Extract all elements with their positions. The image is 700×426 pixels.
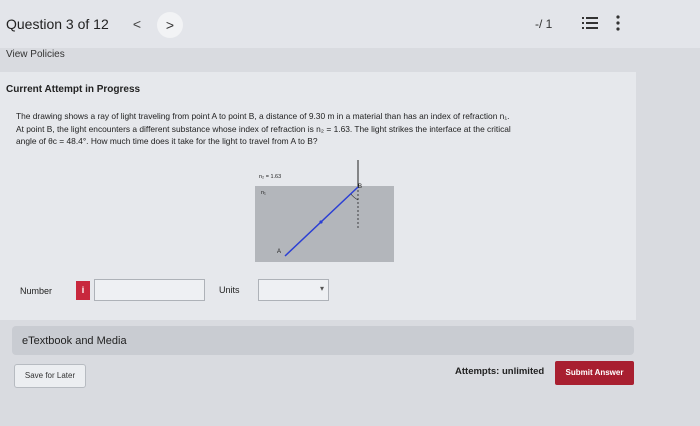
critical-angle-arc bbox=[350, 193, 359, 201]
attempt-heading: Current Attempt in Progress bbox=[6, 84, 141, 95]
n2-label: n₂ = 1.63 bbox=[259, 174, 282, 180]
score-display: -/ 1 bbox=[535, 17, 553, 31]
more-vertical-icon[interactable] bbox=[614, 14, 622, 32]
attempts-status: Attempts: unlimited bbox=[455, 366, 545, 377]
point-a-label: A bbox=[277, 249, 282, 255]
number-input[interactable] bbox=[94, 279, 205, 301]
number-label: Number bbox=[20, 286, 53, 296]
point-b-label: B bbox=[358, 184, 363, 190]
etextbook-label: eTextbook and Media bbox=[22, 335, 127, 347]
n1-label: n₁ bbox=[261, 190, 266, 196]
chevron-down-icon: ▾ bbox=[319, 284, 324, 293]
submit-answer-button[interactable]: Submit Answer bbox=[555, 361, 634, 385]
question-line: At point B, the light encounters a diffe… bbox=[16, 123, 511, 134]
question-line: The drawing shows a ray of light traveli… bbox=[16, 111, 510, 121]
units-label: Units bbox=[219, 285, 240, 295]
question-counter: Question 3 of 12 bbox=[6, 16, 109, 32]
list-icon[interactable] bbox=[582, 16, 598, 30]
question-text: The drawing shows a ray of light traveli… bbox=[16, 110, 628, 148]
units-dropdown[interactable]: ▾ bbox=[258, 279, 329, 301]
etextbook-media-bar[interactable]: eTextbook and Media bbox=[12, 326, 634, 355]
question-line: angle of θc = 48.4°. How much time does … bbox=[16, 136, 318, 146]
ray-midpoint-marker bbox=[319, 220, 323, 224]
save-for-later-button[interactable]: Save for Later bbox=[14, 364, 86, 388]
previous-question-button[interactable]: < bbox=[128, 14, 146, 34]
info-icon[interactable]: i bbox=[76, 281, 90, 300]
view-policies-link[interactable]: View Policies bbox=[6, 49, 65, 60]
next-question-button[interactable]: > bbox=[157, 12, 183, 38]
